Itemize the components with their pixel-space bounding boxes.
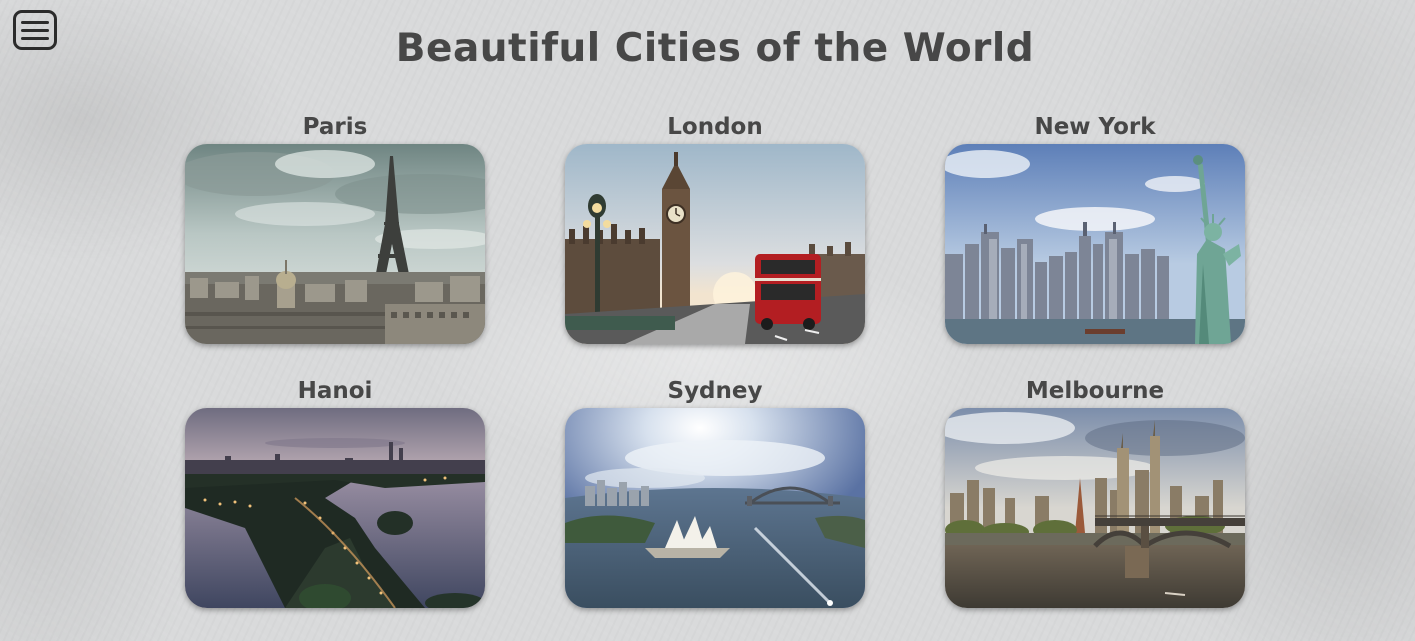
city-label: Hanoi <box>297 378 373 404</box>
city-label: Sydney <box>667 378 763 404</box>
city-card-london[interactable]: London <box>565 110 865 344</box>
city-photo-paris[interactable] <box>185 144 485 344</box>
hamburger-menu-icon <box>21 20 49 24</box>
city-photo-sydney[interactable] <box>565 408 865 608</box>
melbourne-image <box>945 408 1245 608</box>
city-photo-new-york[interactable] <box>945 144 1245 344</box>
hanoi-image <box>185 408 485 608</box>
new-york-image <box>945 144 1245 344</box>
city-photo-melbourne[interactable] <box>945 408 1245 608</box>
city-card-melbourne[interactable]: Melbourne <box>945 374 1245 608</box>
city-card-new-york[interactable]: New York <box>945 110 1245 344</box>
city-photo-hanoi[interactable] <box>185 408 485 608</box>
paris-image <box>185 144 485 344</box>
city-photo-london[interactable] <box>565 144 865 344</box>
city-label: Melbourne <box>1025 378 1165 404</box>
city-card-hanoi[interactable]: Hanoi <box>185 374 485 608</box>
city-label: New York <box>1034 114 1156 140</box>
city-card-sydney[interactable]: Sydney <box>565 374 865 608</box>
sydney-image <box>565 408 865 608</box>
london-image <box>565 144 865 344</box>
city-card-paris[interactable]: Paris <box>185 110 485 344</box>
page-title: Beautiful Cities of the World <box>395 26 1035 71</box>
city-label: Paris <box>302 114 368 140</box>
city-label: London <box>667 114 763 140</box>
